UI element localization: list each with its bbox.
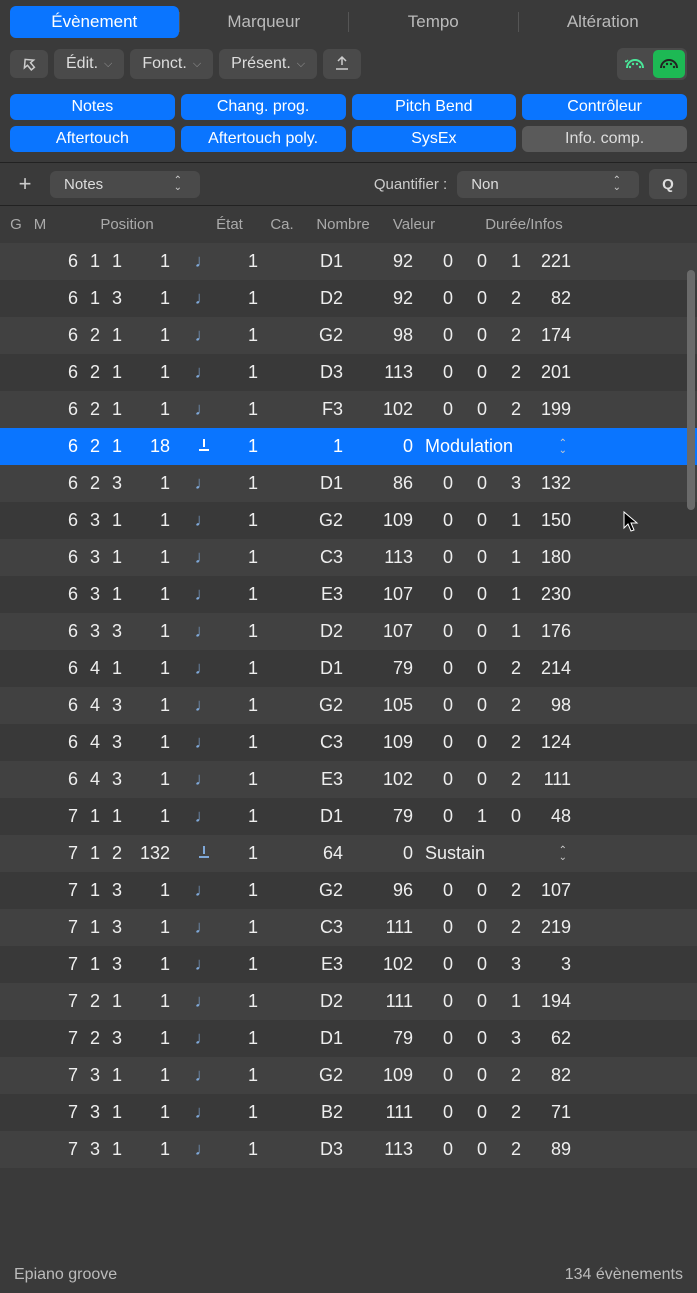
note-icon: ♩ [176, 621, 231, 642]
note-icon: ♩ [176, 917, 231, 938]
event-row[interactable]: 7311♩1B211100271 [0, 1094, 697, 1131]
note-icon: ♩ [176, 732, 231, 753]
note-icon: ♩ [176, 251, 231, 272]
event-row[interactable]: 6311♩1E3107001230 [0, 576, 697, 613]
note-icon: ♩ [176, 658, 231, 679]
col-channel[interactable]: Ca. [257, 216, 307, 233]
event-row[interactable]: 7131♩1E31020033 [0, 946, 697, 983]
note-icon: ♩ [176, 510, 231, 531]
event-row[interactable]: 7231♩1D17900362 [0, 1020, 697, 1057]
col-state[interactable]: État [202, 216, 257, 233]
col-number[interactable]: Nombre [307, 216, 379, 233]
edit-menu[interactable]: Édit.⌵ [54, 49, 124, 79]
event-row[interactable]: 6331♩1D2107001176 [0, 613, 697, 650]
col-position[interactable]: Position [52, 216, 202, 233]
note-icon: ♩ [176, 1102, 231, 1123]
note-icon: ♩ [176, 1139, 231, 1160]
note-icon: ♩ [176, 547, 231, 568]
event-row[interactable]: 7121321640Sustain⌃⌄ [0, 835, 697, 872]
midi-out-button[interactable] [653, 50, 685, 78]
event-row[interactable]: 6411♩1D179002214 [0, 650, 697, 687]
tab-event[interactable]: Évènement [10, 6, 179, 38]
col-m[interactable]: M [28, 216, 52, 233]
filter-aftertouch[interactable]: Aftertouch [10, 126, 175, 152]
filter-pitchbend[interactable]: Pitch Bend [352, 94, 517, 120]
filter-controller[interactable]: Contrôleur [522, 94, 687, 120]
event-row[interactable]: 6431♩1G210500298 [0, 687, 697, 724]
col-value[interactable]: Valeur [379, 216, 449, 233]
event-row[interactable]: 6111♩1D192001221 [0, 243, 697, 280]
midi-in-button[interactable] [619, 50, 651, 78]
event-count: 134 évènements [565, 1266, 683, 1284]
back-up-button[interactable] [10, 50, 48, 78]
filter-metainfo[interactable]: Info. comp. [522, 126, 687, 152]
col-duration[interactable]: Durée/Infos [449, 216, 599, 233]
note-icon: ♩ [176, 880, 231, 901]
note-icon: ♩ [176, 769, 231, 790]
event-row[interactable]: 6311♩1G2109001150 [0, 502, 697, 539]
event-row[interactable]: 7311♩1D311300289 [0, 1131, 697, 1168]
note-icon: ♩ [176, 991, 231, 1012]
quantize-label: Quantifier : [374, 176, 447, 193]
add-bar: + Notes ⌃⌄ Quantifier : Non ⌃⌄ Q [0, 162, 697, 206]
footer: Epiano groove 134 évènements [0, 1257, 697, 1293]
controller-icon [176, 843, 231, 864]
event-row[interactable]: 7131♩1C3111002219 [0, 909, 697, 946]
col-g[interactable]: G [4, 216, 28, 233]
event-row[interactable]: 6311♩1C3113001180 [0, 539, 697, 576]
tab-tempo[interactable]: Tempo [349, 6, 518, 38]
catch-playhead-button[interactable] [323, 49, 361, 79]
filter-notes[interactable]: Notes [10, 94, 175, 120]
region-name: Epiano groove [14, 1266, 117, 1284]
tab-marker[interactable]: Marqueur [180, 6, 349, 38]
note-icon: ♩ [176, 288, 231, 309]
quantize-select[interactable]: Non ⌃⌄ [457, 171, 639, 198]
event-row[interactable]: 6431♩1E3102002111 [0, 761, 697, 798]
scrollbar[interactable] [687, 270, 695, 510]
note-icon: ♩ [176, 1065, 231, 1086]
event-row[interactable]: 6211♩1D3113002201 [0, 354, 697, 391]
functions-menu[interactable]: Fonct.⌵ [130, 49, 213, 79]
note-icon: ♩ [176, 362, 231, 383]
event-row[interactable]: 7311♩1G210900282 [0, 1057, 697, 1094]
filter-polyaftertouch[interactable]: Aftertouch poly. [181, 126, 346, 152]
note-icon: ♩ [176, 325, 231, 346]
note-icon: ♩ [176, 473, 231, 494]
column-headers: G M Position État Ca. Nombre Valeur Duré… [0, 206, 697, 243]
note-icon: ♩ [176, 1028, 231, 1049]
event-row[interactable]: 6211♩1F3102002199 [0, 391, 697, 428]
event-row[interactable]: 6231♩1D186003132 [0, 465, 697, 502]
add-event-button[interactable]: + [10, 169, 40, 199]
event-row[interactable]: 6431♩1C3109002124 [0, 724, 697, 761]
event-filters: Notes Chang. prog. Pitch Bend Contrôleur… [0, 90, 697, 162]
event-row[interactable]: 6131♩1D29200282 [0, 280, 697, 317]
quantize-button[interactable]: Q [649, 169, 687, 199]
tab-alteration[interactable]: Altération [519, 6, 688, 38]
note-icon: ♩ [176, 584, 231, 605]
note-icon: ♩ [176, 399, 231, 420]
controller-icon [176, 436, 231, 457]
note-icon: ♩ [176, 806, 231, 827]
event-row[interactable]: 7211♩1D2111001194 [0, 983, 697, 1020]
event-row[interactable]: 62118110Modulation⌃⌄ [0, 428, 697, 465]
tab-bar: Évènement Marqueur Tempo Altération [0, 0, 697, 42]
filter-sysex[interactable]: SysEx [352, 126, 517, 152]
event-type-select[interactable]: Notes ⌃⌄ [50, 171, 200, 198]
toolbar: Édit.⌵ Fonct.⌵ Présent.⌵ [0, 42, 697, 90]
view-menu[interactable]: Présent.⌵ [219, 49, 317, 79]
filter-progchange[interactable]: Chang. prog. [181, 94, 346, 120]
event-row[interactable]: 6211♩1G298002174 [0, 317, 697, 354]
note-icon: ♩ [176, 954, 231, 975]
event-list[interactable]: 6111♩1D1920012216131♩1D292002826211♩1G29… [0, 243, 697, 1203]
note-icon: ♩ [176, 695, 231, 716]
event-row[interactable]: 7131♩1G296002107 [0, 872, 697, 909]
event-row[interactable]: 7111♩1D17901048 [0, 798, 697, 835]
